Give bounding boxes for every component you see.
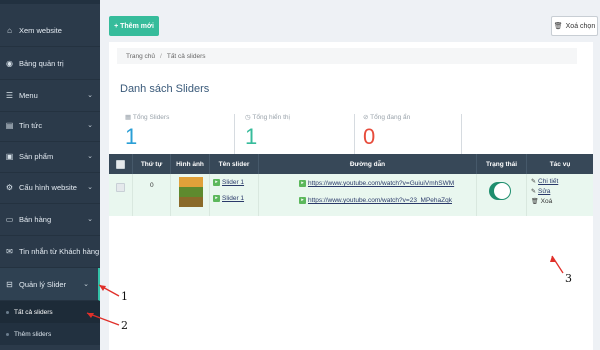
annotation-layer [86, 255, 564, 326]
annotation-label-3: 3 [565, 272, 572, 285]
annotation-label-2: 2 [121, 319, 128, 332]
annotation-label-1: 1 [121, 290, 128, 303]
